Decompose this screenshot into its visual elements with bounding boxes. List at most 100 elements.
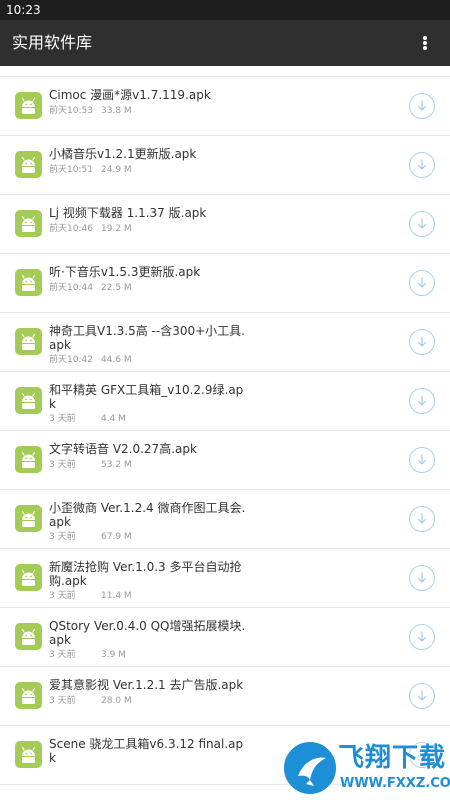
- list-item[interactable]: QStory Ver.0.4.0 QQ增强拓展模块.apk 3 天前 3.9 M: [0, 608, 450, 667]
- file-name: Scene 骁龙工具箱v6.3.12 final.apk: [49, 737, 244, 765]
- file-date: 3 天前: [49, 414, 76, 424]
- more-vertical-icon[interactable]: [410, 28, 440, 58]
- file-date: 前天10:44: [49, 283, 93, 293]
- file-size: 11.4 M: [101, 591, 132, 601]
- file-name: Cimoc 漫画*源v1.7.119.apk: [49, 88, 211, 102]
- file-meta: 3 天前 67.9 M: [49, 531, 132, 543]
- file-size: 4.4 M: [101, 414, 126, 424]
- file-meta: 3 天前 53.2 M: [49, 459, 132, 471]
- file-size: 53.2 M: [101, 460, 132, 470]
- android-apk-icon: [15, 269, 42, 296]
- file-date: 前天10:42: [49, 355, 93, 365]
- android-apk-icon: [15, 564, 42, 591]
- file-size: 33.8 M: [101, 106, 132, 116]
- file-size: 44.6 M: [101, 355, 132, 365]
- file-name: QStory Ver.0.4.0 QQ增强拓展模块.apk: [49, 619, 246, 647]
- download-icon: [417, 336, 427, 347]
- app-bar: 实用软件库: [0, 20, 450, 66]
- file-date: 3 天前: [49, 532, 76, 542]
- page-title: 实用软件库: [12, 33, 93, 52]
- list-item[interactable]: 小橘音乐v1.2.1更新版.apk 前天10:51 24.9 M: [0, 136, 450, 195]
- file-date: 3 天前: [49, 650, 76, 660]
- list-item[interactable]: 新魔法抢购 Ver.1.0.3 多平台自动抢购.apk 3 天前 11.4 M: [0, 549, 450, 608]
- download-button[interactable]: [409, 388, 435, 414]
- download-icon: [417, 100, 427, 111]
- download-button[interactable]: [409, 211, 435, 237]
- file-meta: 前天10:46 19.2 M: [49, 223, 132, 235]
- file-name: 小橘音乐v1.2.1更新版.apk: [49, 147, 197, 161]
- download-button[interactable]: [409, 152, 435, 178]
- file-size: 19.2 M: [101, 224, 132, 234]
- list-item[interactable]: Walli Pro 4K壁纸 2.12.48高.apk前天15:2831.5 M: [0, 66, 450, 77]
- file-name: 文字转语音 V2.0.27高.apk: [49, 442, 197, 456]
- download-button[interactable]: [409, 447, 435, 473]
- download-button[interactable]: [409, 506, 435, 532]
- file-date: 3 天前: [49, 591, 76, 601]
- file-name: 小歪微商 Ver.1.2.4 微商作图工具会.apk: [49, 501, 246, 529]
- download-icon: [417, 395, 427, 406]
- android-apk-icon: [15, 446, 42, 473]
- download-button[interactable]: [409, 270, 435, 296]
- download-icon: [417, 513, 427, 524]
- download-button[interactable]: [409, 329, 435, 355]
- file-list[interactable]: Walli Pro 4K壁纸 2.12.48高.apk前天15:2831.5 M…: [0, 66, 450, 800]
- list-item[interactable]: Cimoc 漫画*源v1.7.119.apk 前天10:53 33.8 M: [0, 77, 450, 136]
- file-meta: 3 天前 3.9 M: [49, 649, 126, 661]
- android-apk-icon: [15, 505, 42, 532]
- watermark-text: 飞翔下载: [338, 743, 447, 773]
- watermark-url: WWW.FXXZ.COM: [340, 776, 450, 791]
- download-icon: [417, 159, 427, 170]
- android-apk-icon: [15, 741, 42, 768]
- file-size: 67.9 M: [101, 532, 132, 542]
- file-meta: 前天10:44 22.5 M: [49, 282, 132, 294]
- list-item[interactable]: Lj 视频下载器 1.1.37 版.apk 前天10:46 19.2 M: [0, 195, 450, 254]
- android-apk-icon: [15, 387, 42, 414]
- android-apk-icon: [15, 623, 42, 650]
- file-size: 28.0 M: [101, 696, 132, 706]
- file-meta: 3 天前 11.4 M: [49, 590, 132, 602]
- file-meta: 3 天前 28.0 M: [49, 695, 132, 707]
- file-date: 前天10:53: [49, 106, 93, 116]
- android-apk-icon: [15, 151, 42, 178]
- download-icon: [417, 631, 427, 642]
- file-name: Lj 视频下载器 1.1.37 版.apk: [49, 206, 207, 220]
- file-meta: 前天10:51 24.9 M: [49, 164, 132, 176]
- android-apk-icon: [15, 328, 42, 355]
- android-apk-icon: [15, 682, 42, 709]
- download-icon: [417, 690, 427, 701]
- list-item[interactable]: 和平精英 GFX工具箱_v10.2.9绿.apk 3 天前 4.4 M: [0, 372, 450, 431]
- file-name: 神奇工具V1.3.5高 --含300+小工具.apk: [49, 324, 245, 352]
- file-meta: 前天10:42 44.6 M: [49, 354, 132, 366]
- download-icon: [417, 454, 427, 465]
- file-list-inner: Walli Pro 4K壁纸 2.12.48高.apk前天15:2831.5 M…: [0, 66, 450, 785]
- download-button[interactable]: [409, 93, 435, 119]
- list-item[interactable]: 神奇工具V1.3.5高 --含300+小工具.apk 前天10:42 44.6 M: [0, 313, 450, 372]
- download-icon: [417, 218, 427, 229]
- file-size: 24.9 M: [101, 165, 132, 175]
- file-date: 前天10:46: [49, 224, 93, 234]
- list-item[interactable]: 听·下音乐v1.5.3更新版.apk 前天10:44 22.5 M: [0, 254, 450, 313]
- download-button[interactable]: [409, 683, 435, 709]
- file-date: 3 天前: [49, 696, 76, 706]
- file-date: 3 天前: [49, 460, 76, 470]
- download-button[interactable]: [409, 624, 435, 650]
- file-date: 前天10:51: [49, 165, 93, 175]
- file-name: 新魔法抢购 Ver.1.0.3 多平台自动抢购.apk: [49, 560, 242, 588]
- list-item[interactable]: 爱其意影视 Ver.1.2.1 去广告版.apk 3 天前 28.0 M: [0, 667, 450, 726]
- watermark-bird-icon: [282, 740, 338, 796]
- file-meta: 前天10:53 33.8 M: [49, 105, 132, 117]
- file-meta: 3 天前 4.4 M: [49, 413, 126, 425]
- android-apk-icon: [15, 92, 42, 119]
- download-button[interactable]: [409, 565, 435, 591]
- file-name: 和平精英 GFX工具箱_v10.2.9绿.apk: [49, 383, 244, 411]
- file-size: 3.9 M: [101, 650, 126, 660]
- file-size: 22.5 M: [101, 283, 132, 293]
- status-bar: 10:23: [0, 0, 450, 20]
- file-name: 听·下音乐v1.5.3更新版.apk: [49, 265, 201, 279]
- file-name: 爱其意影视 Ver.1.2.1 去广告版.apk: [49, 678, 244, 692]
- list-item[interactable]: 小歪微商 Ver.1.2.4 微商作图工具会.apk 3 天前 67.9 M: [0, 490, 450, 549]
- watermark-logo: 飞翔下载 WWW.FXXZ.COM: [282, 740, 450, 798]
- android-apk-icon: [15, 210, 42, 237]
- list-item[interactable]: 文字转语音 V2.0.27高.apk 3 天前 53.2 M: [0, 431, 450, 490]
- status-time: 10:23: [6, 3, 41, 17]
